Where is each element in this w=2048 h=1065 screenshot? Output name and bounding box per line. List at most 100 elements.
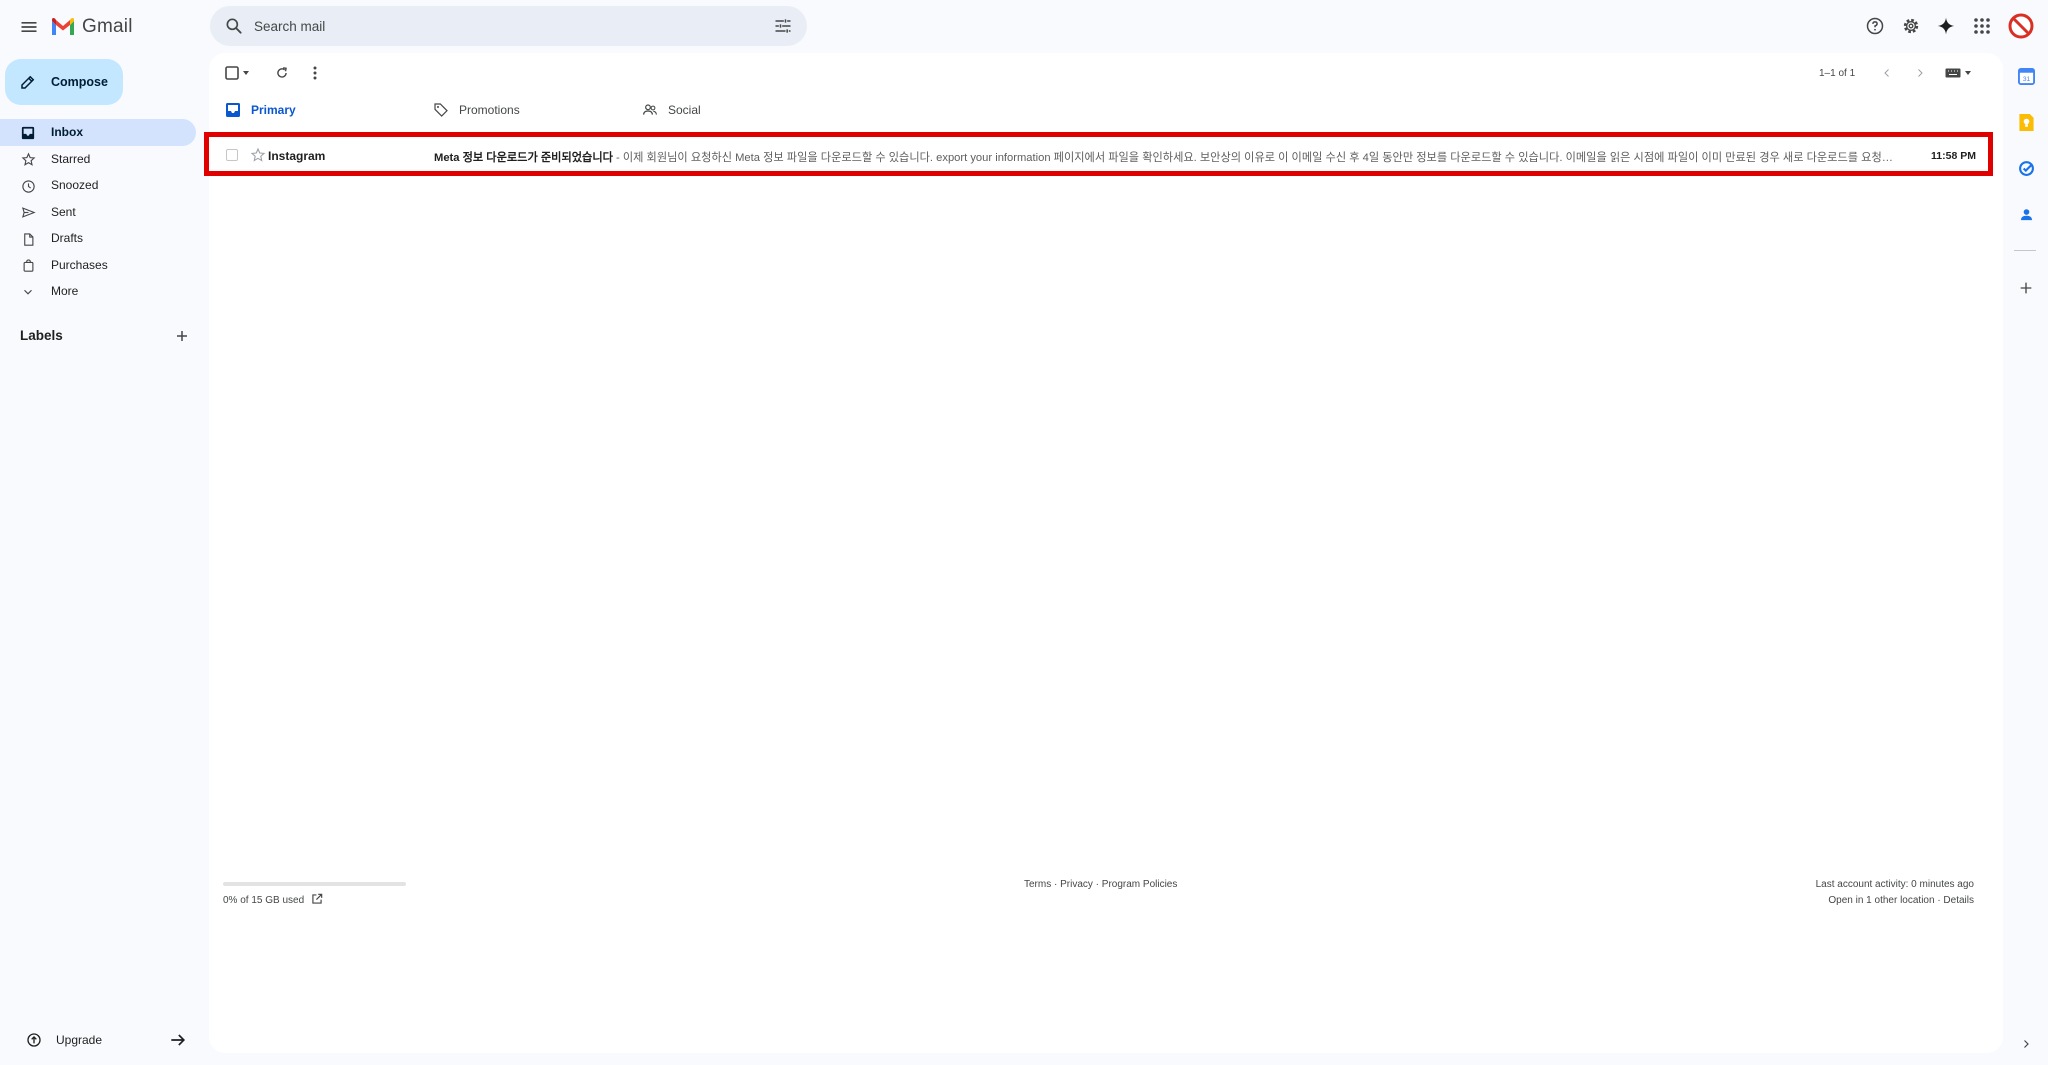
email-preview: Meta 정보 다운로드가 준비되었습니다 - 이제 회원님이 요청하신 Met… [434, 149, 1894, 165]
sidebar-item-purchases[interactable]: Purchases [0, 252, 196, 279]
upgrade-icon [27, 1033, 41, 1047]
sidebar-item-snoozed[interactable]: Snoozed [0, 172, 196, 199]
clock-icon [21, 179, 35, 193]
keep-app-button[interactable] [2016, 112, 2036, 132]
show-side-panel-button[interactable] [2016, 1034, 2036, 1054]
upgrade-button[interactable]: Upgrade [16, 1028, 196, 1052]
sidebar-item-label: Starred [51, 151, 91, 166]
search-bar[interactable] [210, 6, 807, 46]
tab-label: Promotions [459, 103, 520, 117]
checkbox-icon [224, 66, 239, 80]
gmail-logo[interactable]: Gmail [50, 13, 133, 41]
input-tools-button[interactable] [1942, 64, 1974, 82]
open-external-icon[interactable] [310, 892, 324, 906]
support-button[interactable] [1863, 14, 1887, 38]
storage-usage: 0% of 15 GB used [223, 895, 305, 906]
draft-icon [23, 232, 33, 246]
tab-social[interactable]: Social [642, 95, 701, 125]
arrow-right-icon [171, 1034, 186, 1046]
footer-policies[interactable]: Terms · Privacy · Program Policies [1024, 879, 1177, 890]
tab-label: Social [668, 103, 701, 117]
svg-text:31: 31 [2022, 76, 2030, 83]
newer-button[interactable] [1878, 64, 1896, 82]
sidebar-item-label: More [51, 284, 79, 299]
hamburger-menu-icon [21, 22, 37, 32]
category-tabs: Primary Promotions Social [209, 95, 2003, 125]
row-checkbox[interactable] [226, 149, 238, 161]
chevron-right-icon [1918, 69, 1923, 77]
people-icon [643, 104, 657, 115]
sidebar-item-label: Sent [51, 204, 76, 219]
tab-label: Primary [251, 103, 296, 117]
gear-icon [1903, 18, 1919, 34]
older-button[interactable] [1911, 64, 1929, 82]
sidebar-item-drafts[interactable]: Drafts [0, 225, 196, 252]
chevron-right-icon [2024, 1040, 2029, 1048]
account-avatar[interactable] [2007, 12, 2035, 40]
sidebar-item-starred[interactable]: Starred [0, 146, 196, 173]
gemini-button[interactable] [1934, 14, 1958, 38]
app-name: Gmail [82, 16, 133, 37]
sidebar-item-more[interactable]: More [0, 278, 196, 305]
side-panel-divider [2014, 250, 2036, 251]
tab-promotions[interactable]: Promotions [433, 95, 520, 125]
keyboard-icon [1945, 68, 1960, 78]
email-subject: Meta 정보 다운로드가 준비되었습니다 [434, 152, 613, 164]
search-options-icon[interactable] [773, 16, 793, 36]
sidebar-item-sent[interactable]: Sent [0, 199, 196, 226]
inbox-icon [21, 126, 35, 140]
settings-button[interactable] [1899, 14, 1923, 38]
table-row[interactable]: Instagram Meta 정보 다운로드가 준비되었습니다 - 이제 회원님… [204, 132, 1993, 176]
top-bar: Gmail [0, 0, 2048, 53]
labels-heading: Labels [20, 328, 63, 343]
last-activity: Last account activity: 0 minutes ago [1815, 879, 1974, 890]
tasks-check-icon [2018, 160, 2034, 176]
sidebar-nav: Inbox Starred Snoozed Sent Drafts Purcha… [0, 119, 200, 305]
apps-grid-icon [1974, 18, 1990, 34]
tab-primary[interactable]: Primary [225, 95, 296, 125]
caret-down-icon [1964, 71, 1971, 75]
compose-label: Compose [51, 75, 108, 89]
select-all-dropdown[interactable] [223, 64, 251, 82]
sparkle-icon [1937, 17, 1955, 35]
get-addons-button[interactable] [2016, 278, 2036, 298]
keep-bulb-icon [2018, 113, 2034, 131]
contacts-app-button[interactable] [2016, 204, 2036, 224]
compose-button[interactable]: Compose [5, 59, 123, 105]
gmail-m-icon [52, 18, 74, 35]
search-icon[interactable] [224, 16, 244, 36]
search-input[interactable] [254, 6, 724, 46]
main-menu-button[interactable] [14, 12, 44, 42]
sidebar-item-label: Drafts [51, 231, 84, 246]
calendar-app-button[interactable]: 31 [2016, 66, 2036, 86]
refresh-button[interactable] [273, 64, 291, 82]
add-label-icon[interactable] [172, 326, 192, 346]
activity-details-link[interactable]: Open in 1 other location · Details [1828, 895, 1974, 906]
email-time: 11:58 PM [1931, 150, 1976, 162]
star-icon [21, 152, 35, 166]
tasks-app-button[interactable] [2016, 158, 2036, 178]
refresh-icon [277, 67, 287, 78]
sidebar-item-label: Inbox [51, 125, 83, 140]
chevron-left-icon [1884, 69, 1889, 77]
star-icon[interactable] [250, 147, 266, 163]
more-actions-button[interactable] [306, 64, 324, 82]
plus-icon [2020, 282, 2032, 294]
sidebar-item-inbox[interactable]: Inbox [0, 119, 196, 146]
apps-button[interactable] [1970, 14, 1994, 38]
shopping-bag-icon [23, 259, 33, 272]
person-icon [2020, 208, 2032, 220]
mail-toolbar: 1–1 of 1 [209, 53, 2003, 93]
chevron-down-icon [24, 289, 32, 295]
no-entry-icon [2008, 13, 2034, 39]
more-vertical-icon [313, 66, 317, 80]
send-icon [21, 207, 36, 218]
pencil-icon [21, 75, 35, 89]
sidebar-item-label: Snoozed [51, 178, 99, 193]
inbox-icon [226, 103, 240, 117]
caret-down-icon [242, 71, 249, 75]
email-snippet: - 이제 회원님이 요청하신 Meta 정보 파일을 다운로드할 수 있습니다.… [612, 152, 1894, 164]
storage-meter [223, 882, 406, 886]
calendar-icon: 31 [2017, 67, 2035, 85]
tag-icon [434, 103, 448, 117]
